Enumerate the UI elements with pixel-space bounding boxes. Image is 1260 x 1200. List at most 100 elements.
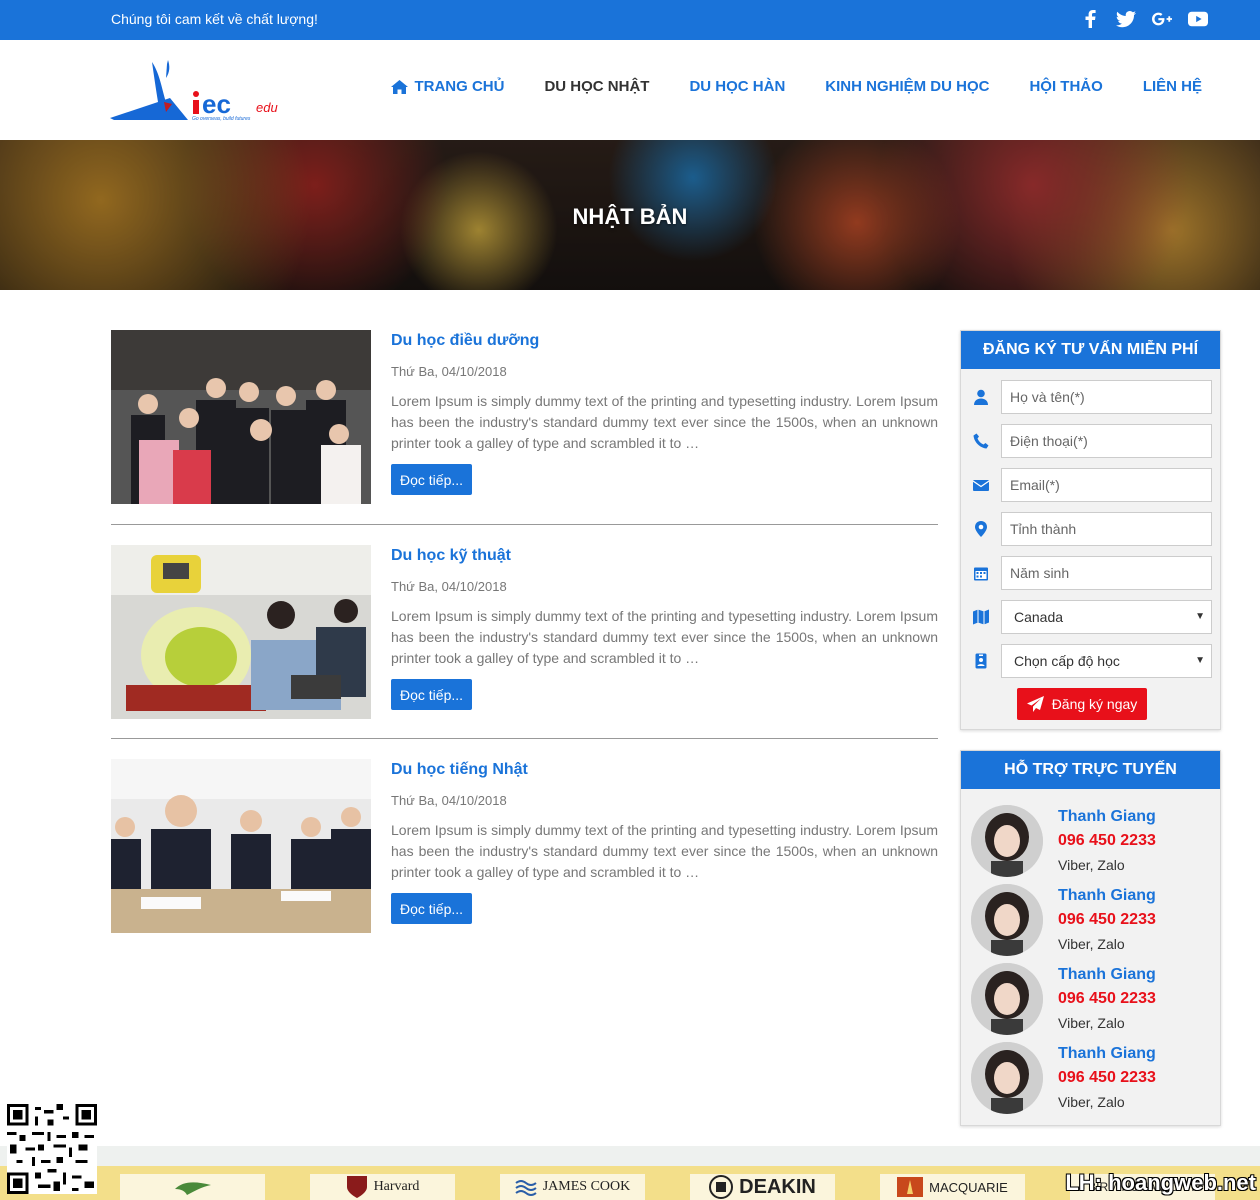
avatar <box>971 963 1043 1035</box>
post-thumbnail[interactable] <box>111 545 371 719</box>
user-icon <box>974 389 988 405</box>
site-logo[interactable]: ec edu Go overseas, build futures <box>110 60 280 122</box>
crest-icon <box>709 1175 734 1199</box>
post-title[interactable]: Du học điều dưỡng <box>391 332 539 350</box>
page-title: NHẬT BẢN <box>572 204 688 229</box>
post-divider <box>111 524 938 525</box>
support-heading: HỖ TRỢ TRỰC TUYẾN <box>961 751 1220 789</box>
id-badge-icon <box>975 653 987 669</box>
post-excerpt: Lorem Ipsum is simply dummy text of the … <box>391 393 938 451</box>
nav-kinh-nghiem[interactable]: KINH NGHIỆM DU HỌC <box>825 78 989 95</box>
support-phone[interactable]: 096 450 2233 <box>1058 1069 1156 1087</box>
partner-macquarie[interactable]: MACQUARIE <box>880 1174 1025 1200</box>
post-excerpt: Lorem Ipsum is simply dummy text of the … <box>391 608 938 666</box>
read-more-button[interactable]: Đọc tiếp... <box>391 893 473 924</box>
partner-harvard[interactable]: Harvard <box>310 1174 455 1200</box>
avatar <box>971 884 1043 956</box>
twitter-icon[interactable] <box>1116 9 1136 29</box>
partner-harvard-label: Harvard <box>373 1179 420 1194</box>
top-bar: Chúng tôi cam kết về chất lượng! <box>0 0 1260 40</box>
birth-year-field[interactable] <box>1001 556 1212 590</box>
support-name: Thanh Giang <box>1058 887 1156 904</box>
nav-hoi-thao[interactable]: HỘI THẢO <box>1029 78 1102 95</box>
envelope-icon <box>973 480 989 491</box>
post-title[interactable]: Du học kỹ thuật <box>391 547 511 565</box>
nav-du-hoc-han[interactable]: DU HỌC HÀN <box>689 78 785 95</box>
support-widget: HỖ TRỢ TRỰC TUYẾN Thanh Giang 096 450 22… <box>960 750 1221 1126</box>
province-field[interactable] <box>1001 512 1212 546</box>
caret-down-icon: ▼ <box>1195 611 1205 622</box>
post-date: Thứ Ba, 04/10/2018 <box>391 793 507 808</box>
support-contact: Thanh Giang 096 450 2233 Viber, Zalo <box>971 963 1211 1035</box>
nav-lien-he[interactable]: LIÊN HỆ <box>1143 78 1202 95</box>
map-icon <box>973 609 989 625</box>
level-row: Chọn cấp độ học ▼ <box>961 644 1222 678</box>
google-plus-icon[interactable] <box>1152 9 1172 29</box>
read-more-button[interactable]: Đọc tiếp... <box>391 464 473 495</box>
lighthouse-icon <box>897 1177 924 1197</box>
post-thumbnail[interactable] <box>111 330 371 504</box>
support-phone[interactable]: 096 450 2233 <box>1058 832 1156 850</box>
qr-code <box>7 1104 97 1194</box>
register-heading: ĐĂNG KÝ TƯ VẤN MIỄN PHÍ <box>961 331 1220 369</box>
support-phone[interactable]: 096 450 2233 <box>1058 911 1156 929</box>
nav-home-label: TRANG CHỦ <box>414 78 505 95</box>
home-icon <box>391 79 409 94</box>
tagline: Chúng tôi cam kết về chất lượng! <box>111 11 318 27</box>
support-contact: Thanh Giang 096 450 2233 Viber, Zalo <box>971 1042 1211 1114</box>
post-item: Du học kỹ thuật Thứ Ba, 04/10/2018 Lorem… <box>111 545 938 719</box>
svg-text:edu: edu <box>256 100 278 115</box>
name-field[interactable] <box>1001 380 1212 414</box>
register-widget: ĐĂNG KÝ TƯ VẤN MIỄN PHÍ Canada ▼ Chọn cấ… <box>960 330 1221 730</box>
youtube-icon[interactable] <box>1188 9 1208 29</box>
country-row: Canada ▼ <box>961 600 1222 634</box>
support-name: Thanh Giang <box>1058 1045 1156 1062</box>
partner-macquarie-label: MACQUARIE <box>929 1179 1008 1195</box>
paper-plane-icon <box>1026 696 1044 712</box>
post-item: Du học tiếng Nhật Thứ Ba, 04/10/2018 Lor… <box>111 759 938 933</box>
main-nav: TRANG CHỦ DU HỌC NHẬT DU HỌC HÀN KINH NG… <box>391 78 1202 95</box>
support-name: Thanh Giang <box>1058 808 1156 825</box>
read-more-button[interactable]: Đọc tiếp... <box>391 679 473 710</box>
phone-field[interactable] <box>1001 424 1212 458</box>
post-item: Du học điều dưỡng Thứ Ba, 04/10/2018 Lor… <box>111 330 938 504</box>
post-date: Thứ Ba, 04/10/2018 <box>391 364 507 379</box>
support-apps: Viber, Zalo <box>1058 1015 1125 1031</box>
support-apps: Viber, Zalo <box>1058 857 1125 873</box>
nav-du-hoc-nhat[interactable]: DU HỌC NHẬT <box>544 78 649 95</box>
level-select[interactable]: Chọn cấp độ học ▼ <box>1001 644 1212 678</box>
partner-james-cook-label: JAMES COOK <box>542 1179 631 1194</box>
partner-deakin[interactable]: DEAKIN <box>690 1174 835 1200</box>
post-divider <box>111 738 938 739</box>
map-marker-icon <box>975 521 987 537</box>
support-apps: Viber, Zalo <box>1058 1094 1125 1110</box>
site-header: ec edu Go overseas, build futures TRANG … <box>0 40 1260 140</box>
support-name: Thanh Giang <box>1058 966 1156 983</box>
support-contact: Thanh Giang 096 450 2233 Viber, Zalo <box>971 884 1211 956</box>
province-row <box>961 512 1222 546</box>
support-phone[interactable]: 096 450 2233 <box>1058 990 1156 1008</box>
shield-icon <box>346 1176 367 1198</box>
social-links <box>1080 9 1208 29</box>
register-submit-button[interactable]: Đăng ký ngay <box>1017 688 1147 720</box>
name-row <box>961 380 1222 414</box>
nav-home[interactable]: TRANG CHỦ <box>391 78 504 95</box>
email-row <box>961 468 1222 502</box>
support-contact: Thanh Giang 096 450 2233 Viber, Zalo <box>971 805 1211 877</box>
post-thumbnail[interactable] <box>111 759 371 933</box>
caret-down-icon: ▼ <box>1195 655 1205 666</box>
phone-row <box>961 424 1222 458</box>
post-title[interactable]: Du học tiếng Nhật <box>391 761 528 779</box>
country-select[interactable]: Canada ▼ <box>1001 600 1212 634</box>
avatar <box>971 1042 1043 1114</box>
country-select-value: Canada <box>1014 609 1064 625</box>
email-field[interactable] <box>1001 468 1212 502</box>
support-apps: Viber, Zalo <box>1058 936 1125 952</box>
avatar <box>971 805 1043 877</box>
partner-logo-1[interactable] <box>120 1174 265 1200</box>
post-excerpt: Lorem Ipsum is simply dummy text of the … <box>391 822 938 880</box>
partner-james-cook[interactable]: JAMES COOK <box>500 1174 645 1200</box>
facebook-icon[interactable] <box>1080 9 1100 29</box>
svg-text:ec: ec <box>202 89 231 119</box>
waves-icon <box>515 1180 537 1196</box>
